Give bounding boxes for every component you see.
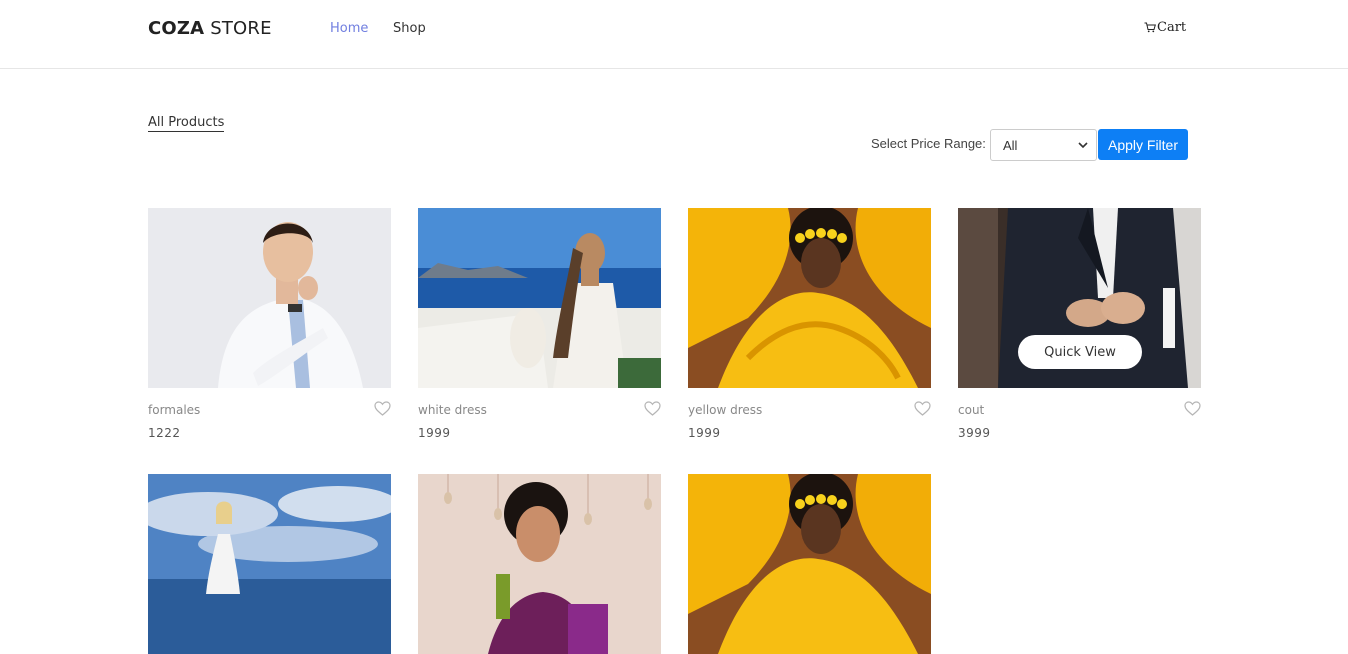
- product-image-woman-yellow-dress[interactable]: [688, 208, 931, 388]
- product-price: 1222: [148, 426, 181, 440]
- product-card[interactable]: [688, 474, 931, 654]
- price-range-select[interactable]: All: [990, 129, 1097, 161]
- quick-view-button[interactable]: Quick View: [1018, 335, 1142, 369]
- heart-icon[interactable]: [914, 401, 931, 416]
- chevron-down-icon: [1078, 141, 1088, 148]
- product-card[interactable]: [418, 474, 661, 654]
- cart-icon: [1144, 22, 1156, 33]
- product-image-man-black-suit[interactable]: Quick View: [958, 208, 1201, 388]
- product-name[interactable]: formales: [148, 403, 200, 417]
- product-image-woman-yellow-dress[interactable]: [688, 474, 931, 654]
- product-image-man-white-shirt[interactable]: [148, 208, 391, 388]
- nav-home[interactable]: Home: [330, 21, 368, 36]
- product-card[interactable]: yellow dress 1999: [688, 208, 931, 440]
- product-card[interactable]: [148, 474, 391, 654]
- heart-icon[interactable]: [1184, 401, 1201, 416]
- all-products-link[interactable]: All Products: [148, 115, 225, 132]
- apply-filter-button[interactable]: Apply Filter: [1098, 129, 1188, 160]
- heart-icon[interactable]: [644, 401, 661, 416]
- product-card[interactable]: white dress 1999: [418, 208, 661, 440]
- price-range-label: Select Price Range:: [871, 136, 986, 151]
- product-name[interactable]: yellow dress: [688, 403, 762, 417]
- cart-label: Cart: [1157, 20, 1187, 35]
- product-image-woman-white-dress-sea[interactable]: [418, 208, 661, 388]
- product-price: 1999: [688, 426, 721, 440]
- product-name[interactable]: white dress: [418, 403, 487, 417]
- cart-link[interactable]: Cart: [1144, 20, 1186, 35]
- product-name[interactable]: cout: [958, 403, 984, 417]
- product-card[interactable]: formales 1222: [148, 208, 391, 440]
- price-range-value: All: [1003, 137, 1018, 153]
- site-header: COZA STORE Home Shop Cart: [0, 0, 1348, 69]
- logo-regular: STORE: [204, 18, 272, 39]
- logo[interactable]: COZA STORE: [148, 18, 272, 39]
- product-image-woman-white-dress-beach[interactable]: [148, 474, 391, 654]
- logo-bold: COZA: [148, 18, 205, 39]
- product-price: 3999: [958, 426, 991, 440]
- heart-icon[interactable]: [374, 401, 391, 416]
- product-price: 1999: [418, 426, 451, 440]
- product-image-woman-saree-jewelry[interactable]: [418, 474, 661, 654]
- product-card[interactable]: Quick View cout 3999: [958, 208, 1201, 440]
- nav-shop[interactable]: Shop: [393, 21, 426, 36]
